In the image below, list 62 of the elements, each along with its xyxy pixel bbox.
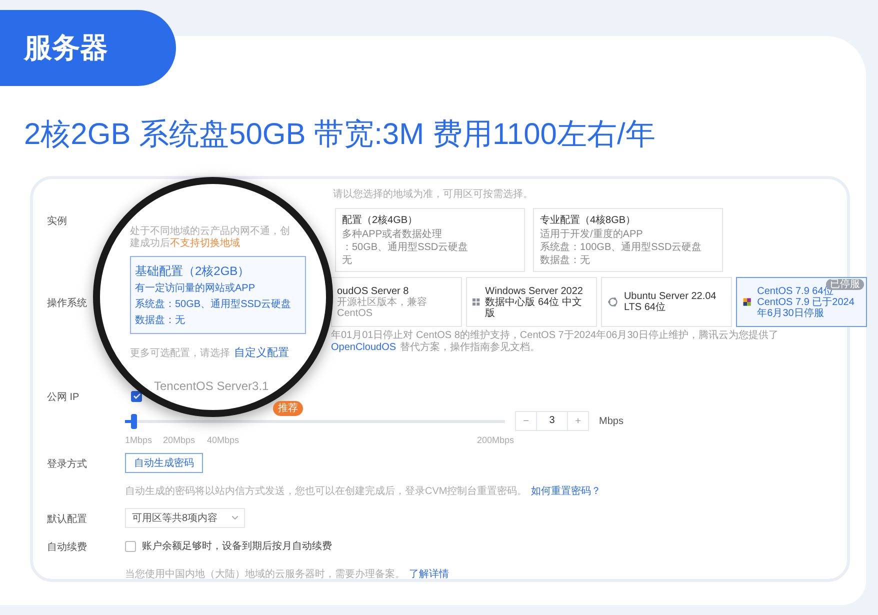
tick-label: 20Mbps	[163, 434, 196, 447]
os-card[interactable]: Ubuntu Server 22.04 LTS 64位	[601, 277, 732, 327]
hint-text: 自动生成的密码将以站内信方式发送，您也可以在创建完成后，登录CVM控制台重置密码。	[125, 486, 528, 497]
checkbox[interactable]	[125, 540, 136, 552]
unit-label: Mbps	[599, 414, 624, 428]
hint-text: 当您使用中国内地（大陆）地域的云服务器时，需要办理备案。	[125, 569, 405, 580]
increment-button[interactable]: +	[568, 412, 588, 430]
headline: 2核2GB 系统盘50GB 带宽:3M 费用1100左右/年	[24, 118, 656, 151]
config-detail: 适用于开发/重度的APP	[540, 228, 644, 241]
config-detail: 数据盘：无	[540, 254, 591, 267]
bandwidth-input[interactable]: 3	[536, 412, 568, 430]
note-text: 请以您选择的地域为准，可用区可按需选择。	[333, 189, 533, 200]
os-name: Windows Server 2022 数据中心版 64位 中文版	[485, 286, 584, 318]
field-label: 自动续费	[47, 542, 87, 553]
field-label: 默认配置	[47, 514, 87, 525]
config-card[interactable]: 专业配置（4核8GB） 适用于开发/重度的APP 系统盘：100GB、通用型SSD云硬盘 数据盘：无	[533, 208, 723, 272]
tick-label: 40Mbps	[207, 434, 240, 447]
os-card[interactable]: oudOS Server 8 开源社区版本，兼容CentOS	[331, 277, 462, 327]
warning-text: 处于不同地域的云产品内网不通，创建成功后不支持切换地域	[130, 226, 290, 249]
tick-label: 1Mbps	[125, 434, 152, 447]
config-detail: 数据盘：无	[135, 314, 186, 328]
checkbox[interactable]	[131, 390, 142, 402]
config-detail: ：50GB、通用型SSD云硬盘	[342, 241, 470, 254]
tick-label: 200Mbps	[477, 434, 514, 447]
password-option-button[interactable]: 自动生成密码	[125, 453, 203, 473]
config-title: 基础配置（2核2GB）	[135, 263, 251, 280]
config-detail: 系统盘：50GB、通用型SSD云硬盘	[135, 298, 292, 312]
recommend-badge: 推荐	[273, 401, 303, 416]
category-badge: 服务器	[0, 10, 176, 86]
checkbox-label: 账户余额足够时，设备到期后按月自动续费	[142, 540, 332, 554]
status-tag: 已停服	[826, 279, 864, 290]
config-detail: 无	[342, 254, 353, 267]
help-link[interactable]: 如何重置密码？	[531, 486, 602, 497]
slider-thumb[interactable]	[130, 414, 137, 428]
note-text: 替代方案，操作指南参见文档。	[400, 342, 540, 353]
chevron-down-icon	[232, 516, 238, 520]
field-label: 实例	[47, 216, 67, 227]
config-detail: 多种APP或者数据处理	[342, 228, 444, 241]
config-card[interactable]: 基础配置（2核2GB） 有一定访问量的网站或APP 系统盘：50GB、通用型SSD云硬盘 数据盘：无	[130, 256, 306, 334]
os-description: CentOS 7.9 已于2024年6月30日停服	[757, 296, 856, 318]
slider-track[interactable]	[125, 414, 505, 428]
more-text: 更多可选配置，请选择	[130, 348, 230, 359]
dropdown[interactable]: 可用区等共8项内容	[125, 508, 245, 528]
config-title: 专业配置（4核8GB）	[540, 214, 637, 228]
decrement-button[interactable]: −	[516, 412, 536, 430]
config-detail: 系统盘：100GB、通用型SSD云硬盘	[540, 241, 703, 254]
os-name: Ubuntu Server 22.04 LTS 64位	[624, 291, 718, 313]
note-link[interactable]: OpenCloudOS	[331, 342, 396, 353]
config-card[interactable]: 配置（2核4GB） 多种APP或者数据处理 ：50GB、通用型SSD云硬盘 无	[335, 208, 525, 272]
check-icon	[132, 392, 140, 400]
config-detail: 有一定访问量的网站或APP	[135, 282, 256, 296]
field-label: 登录方式	[47, 459, 87, 470]
field-label: 公网 IP	[47, 392, 80, 403]
help-link[interactable]: 了解详情	[409, 569, 449, 580]
os-name: oudOS Server 8	[337, 286, 410, 296]
config-title: 配置（2核4GB）	[342, 214, 419, 228]
field-label: 操作系统	[47, 298, 87, 309]
os-card[interactable]: Windows Server 2022 数据中心版 64位 中文版	[466, 277, 597, 327]
os-description: 开源社区版本，兼容CentOS	[337, 296, 428, 318]
os-name: TencentOS Server3.1	[154, 379, 269, 393]
custom-config-link[interactable]: 自定义配置	[234, 347, 289, 359]
note-text: 年01月01日停止对 CentOS 8的维护支持，CentOS 7于2024年06月30日停止维护，腾讯云为您提供了	[331, 330, 778, 341]
